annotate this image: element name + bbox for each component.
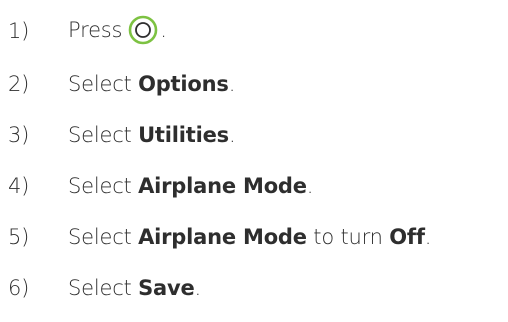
step-verb: Select — [68, 276, 132, 300]
step-end: . — [194, 276, 202, 300]
step-target: Utilities — [138, 123, 229, 147]
step-verb: Select — [68, 174, 132, 198]
step-text: Select Airplane Mode. — [68, 174, 313, 198]
step-text: Select Save. — [68, 276, 201, 300]
step-number: 6) — [8, 276, 30, 300]
step-end: . — [160, 18, 167, 42]
step-verb: Select — [68, 123, 132, 147]
step-text: Select Airplane Mode to turn Off. — [68, 225, 431, 249]
step-4: 4) Select Airplane Mode. — [8, 166, 313, 206]
step-middle: to turn — [313, 225, 383, 249]
step-3: 3) Select Utilities. — [8, 115, 236, 155]
step-target: Save — [138, 276, 195, 300]
step-end: . — [228, 123, 236, 147]
step-end: . — [424, 225, 432, 249]
step-verb: Select — [68, 72, 132, 96]
step-2: 2) Select Options. — [8, 64, 235, 104]
step-end: . — [306, 174, 314, 198]
step-1: 1) Press. — [8, 11, 167, 51]
step-number: 1) — [8, 19, 30, 43]
step-verb: Press — [68, 18, 123, 42]
step-number: 2) — [8, 72, 30, 96]
step-number: 5) — [8, 225, 30, 249]
step-number: 4) — [8, 174, 30, 198]
step-end: . — [228, 72, 236, 96]
step-text: Select Options. — [68, 72, 235, 96]
step-number: 3) — [8, 123, 30, 147]
step-text: Press. — [68, 15, 167, 46]
step-6: 6) Select Save. — [8, 268, 201, 308]
step-target-state: Off — [389, 225, 425, 249]
home-button-icon — [128, 15, 158, 45]
step-target: Options — [138, 72, 229, 96]
step-target: Airplane Mode — [138, 225, 307, 249]
step-text: Select Utilities. — [68, 123, 236, 147]
step-5: 5) Select Airplane Mode to turn Off. — [8, 217, 431, 257]
step-verb: Select — [68, 225, 132, 249]
step-target: Airplane Mode — [138, 174, 307, 198]
